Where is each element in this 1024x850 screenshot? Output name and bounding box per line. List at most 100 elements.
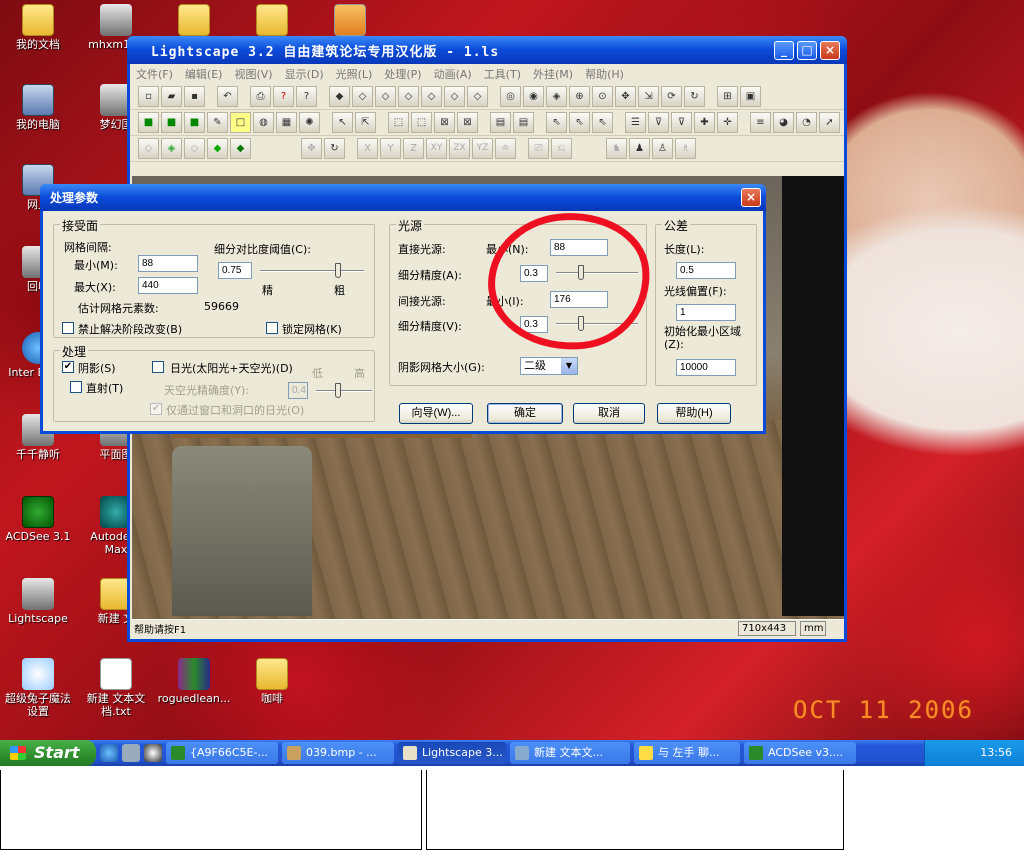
material-icon[interactable]: □ — [230, 112, 251, 133]
orbit-icon[interactable]: ⟳ — [661, 86, 682, 107]
walk-figure-icon[interactable]: ♙ — [652, 138, 673, 159]
layer-icon[interactable]: ■ — [138, 112, 159, 133]
lock-mesh-checkbox[interactable] — [266, 322, 278, 334]
pointer-icon[interactable]: ➚ — [819, 112, 840, 133]
cube-view-icon[interactable]: ◇ — [375, 86, 396, 107]
taskbar-item-active[interactable]: Lightscape 3... — [398, 742, 506, 764]
save-icon[interactable]: ▪ — [184, 86, 205, 107]
undo-icon[interactable]: ↶ — [217, 86, 238, 107]
menu-process[interactable]: 处理(P) — [384, 66, 421, 82]
axis-y-button[interactable]: Y — [380, 138, 401, 159]
layer-icon[interactable]: ■ — [184, 112, 205, 133]
desktop-icon-folder[interactable] — [156, 4, 232, 38]
axis-zx-button[interactable]: ZX — [449, 138, 470, 159]
desktop-icon-textfile[interactable]: 新建 文本文档.txt — [78, 658, 154, 718]
move-icon[interactable]: ✚ — [694, 112, 715, 133]
menu-animation[interactable]: 动画(A) — [434, 66, 472, 82]
cube-view-icon[interactable]: ◇ — [421, 86, 442, 107]
taskbar-item[interactable]: 039.bmp - ... — [282, 742, 394, 764]
taskbar-item[interactable]: 与 左手 聊... — [634, 742, 740, 764]
desktop-icon-rar[interactable]: roguedlean... — [156, 658, 232, 705]
render-icon[interactable]: ◎ — [500, 86, 521, 107]
start-button[interactable]: Start — [0, 740, 96, 766]
sphere-icon[interactable]: ◔ — [796, 112, 817, 133]
move-icon[interactable]: ✛ — [717, 112, 738, 133]
move-arrows-icon[interactable]: ✥ — [301, 138, 322, 159]
pencil-icon[interactable]: ✎ — [207, 112, 228, 133]
menu-tools[interactable]: 工具(T) — [484, 66, 521, 82]
align-icon[interactable]: ≐ — [495, 138, 516, 159]
direct-checkbox[interactable] — [70, 381, 82, 393]
cube-icon[interactable]: ◇ — [184, 138, 205, 159]
cube-icon[interactable]: ◈ — [161, 138, 182, 159]
list-icon[interactable]: ☰ — [625, 112, 646, 133]
cube-view-icon[interactable]: ◇ — [352, 86, 373, 107]
rotate-icon[interactable]: ↻ — [684, 86, 705, 107]
deselect-icon[interactable]: ⊠ — [457, 112, 478, 133]
filter-icon[interactable]: ⊽ — [671, 112, 692, 133]
filter-icon[interactable]: ⊽ — [648, 112, 669, 133]
penguin-quicklaunch-icon[interactable] — [144, 744, 162, 762]
menu-display[interactable]: 显示(D) — [285, 66, 324, 82]
through-windows-checkbox[interactable]: ✔ — [150, 403, 162, 415]
desktop-icon-coffee[interactable]: 咖啡 — [234, 658, 310, 705]
contrast-input[interactable] — [218, 262, 252, 279]
desktop-icon-my-computer[interactable]: 我的电脑 — [0, 84, 76, 131]
globe-icon[interactable]: ◍ — [253, 112, 274, 133]
doc-icon[interactable]: ▤ — [490, 112, 511, 133]
help-button[interactable]: 帮助(H) — [657, 403, 731, 424]
new-file-icon[interactable]: ▫ — [138, 86, 159, 107]
maximize-button[interactable]: □ — [797, 41, 817, 60]
desktop-icon-folder[interactable] — [234, 4, 310, 38]
rotate-icon[interactable]: ↻ — [324, 138, 345, 159]
camera-icon[interactable]: ◈ — [546, 86, 567, 107]
stack-icon[interactable]: ≡ — [750, 112, 771, 133]
chevron-down-icon[interactable]: ▼ — [561, 358, 577, 374]
sky-precision-slider[interactable] — [316, 383, 372, 399]
contrast-slider[interactable] — [260, 263, 364, 279]
cancel-button[interactable]: 取消 — [573, 403, 645, 424]
menu-plugins[interactable]: 外挂(M) — [533, 66, 573, 82]
mesh-max-input[interactable] — [138, 277, 198, 294]
menu-view[interactable]: 视图(V) — [234, 66, 272, 82]
tool-icon[interactable]: ⎚ — [528, 138, 549, 159]
tool-icon[interactable]: ⎌ — [551, 138, 572, 159]
desktop-icon-acdsee[interactable]: ACDSee 3.1 — [0, 496, 76, 543]
cube-view-icon[interactable]: ◇ — [398, 86, 419, 107]
select-box-icon[interactable]: ⬚ — [388, 112, 409, 133]
pan-icon[interactable]: ✥ — [615, 86, 636, 107]
light-offset-input[interactable] — [676, 304, 736, 321]
wizard-button[interactable]: 向导(W)... — [399, 403, 473, 424]
qq-quicklaunch-icon[interactable] — [122, 744, 140, 762]
disable-change-checkbox[interactable] — [62, 322, 74, 334]
cube-view-icon[interactable]: ◆ — [329, 86, 350, 107]
zoom-icon[interactable]: ⊙ — [592, 86, 613, 107]
open-file-icon[interactable]: ▰ — [161, 86, 182, 107]
eye-icon[interactable]: ◉ — [523, 86, 544, 107]
window-titlebar[interactable]: Lightscape 3.2 自由建筑论坛专用汉化版 - 1.ls — [127, 36, 847, 64]
select-icon[interactable]: ⇖ — [592, 112, 613, 133]
daylight-checkbox[interactable] — [152, 361, 164, 373]
select-icon[interactable]: ⇖ — [569, 112, 590, 133]
dialog-close-button[interactable]: × — [741, 188, 761, 207]
context-help-icon[interactable]: ? — [296, 86, 317, 107]
desktop-icon-jpg[interactable] — [312, 4, 388, 38]
ok-button[interactable]: 确定 — [487, 403, 563, 424]
print-icon[interactable]: ⎙ — [250, 86, 271, 107]
taskbar-item[interactable]: ACDSee v3.... — [744, 742, 856, 764]
stand-figure-icon[interactable]: ♗ — [675, 138, 696, 159]
shadow-checkbox[interactable]: ✔ — [62, 361, 74, 373]
desktop-icon-my-documents[interactable]: 我的文档 — [0, 4, 76, 51]
cube-icon[interactable]: ◇ — [138, 138, 159, 159]
menu-edit[interactable]: 编辑(E) — [185, 66, 223, 82]
cube-icon[interactable]: ◆ — [207, 138, 228, 159]
zoom-plus-icon[interactable]: ⊕ — [569, 86, 590, 107]
light-icon[interactable]: ✺ — [299, 112, 320, 133]
texture-icon[interactable]: ▦ — [276, 112, 297, 133]
taskbar-item[interactable]: 新建 文本文... — [510, 742, 630, 764]
length-input[interactable] — [676, 262, 736, 279]
shadow-grid-select[interactable]: 二级 ▼ — [520, 357, 578, 375]
help-icon[interactable]: ? — [273, 86, 294, 107]
walk-icon[interactable]: ⇲ — [638, 86, 659, 107]
ie-quicklaunch-icon[interactable] — [100, 744, 118, 762]
